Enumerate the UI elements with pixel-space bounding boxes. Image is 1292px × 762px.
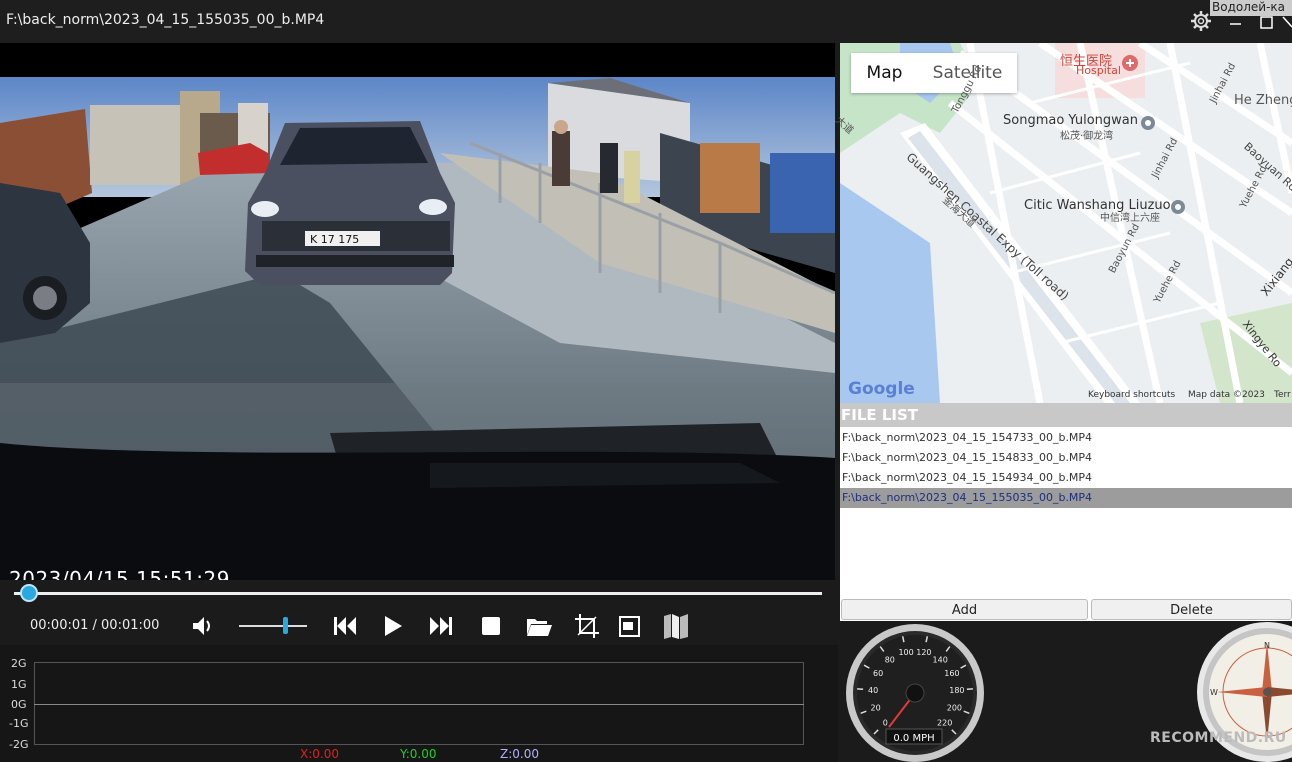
gsensor-label-minus-1g: -1G: [9, 717, 29, 730]
volume-icon[interactable]: [188, 612, 216, 640]
player-controls: [0, 580, 838, 645]
map-toggle-icon[interactable]: [662, 612, 690, 640]
fullscreen-icon[interactable]: [616, 612, 644, 640]
terms-link[interactable]: Terr: [1274, 390, 1291, 400]
open-folder-icon[interactable]: [525, 612, 553, 640]
keyboard-shortcuts-link[interactable]: Keyboard shortcuts: [1088, 390, 1175, 400]
speed-tick-label: 20: [871, 704, 881, 713]
map-label-songmao: Songmao Yulongwan: [1003, 113, 1138, 128]
stop-icon[interactable]: [477, 612, 505, 640]
compass-north: N: [1264, 641, 1270, 650]
speed-tick-label: 0: [883, 719, 888, 728]
speedometer: 020 40 6080100 120140 160 180 200 220 0.0 MPH: [846, 624, 984, 762]
map-label-citic-cn: 中信湾上六座: [1100, 213, 1160, 224]
gsensor-y-value: Y:0.00: [400, 747, 437, 761]
map-data-attribution: Map data ©2023: [1188, 390, 1265, 400]
speed-tick-label: 60: [873, 669, 883, 678]
minimize-icon[interactable]: [1228, 14, 1244, 30]
speed-readout: 0.0 MPH: [893, 733, 934, 744]
speed-tick-label: 120: [916, 648, 931, 657]
delete-button[interactable]: Delete: [1091, 599, 1292, 620]
previous-icon[interactable]: [331, 612, 359, 640]
watermark: RECOMMEND.RU: [1150, 730, 1287, 746]
speed-tick-label: 140: [933, 655, 948, 664]
timecode: 00:00:01 / 00:01:00: [30, 618, 160, 633]
speed-tick-label: 200: [947, 704, 962, 713]
speed-tick-label: 160: [944, 669, 959, 678]
volume-slider[interactable]: [239, 625, 307, 627]
gsensor-zero-line: [34, 704, 804, 705]
play-icon[interactable]: [379, 612, 407, 640]
tab-map[interactable]: Map: [851, 53, 918, 93]
seek-bar[interactable]: [14, 592, 822, 595]
next-icon[interactable]: [427, 612, 455, 640]
window-title: F:\back_norm\2023_04_15_155035_00_b.MP4: [6, 12, 325, 28]
close-icon[interactable]: [1282, 14, 1292, 30]
file-list-item[interactable]: F:\back_norm\2023_04_15_154733_00_b.MP4: [840, 428, 1292, 448]
file-list-item[interactable]: F:\back_norm\2023_04_15_154833_00_b.MP4: [840, 448, 1292, 468]
gsensor-x-value: X:0.00: [300, 747, 339, 761]
map-label-songmao-cn: 松茂·御龙湾: [1060, 131, 1114, 142]
map-label-hospital-en: Hospital: [1076, 64, 1121, 77]
speed-tick-label: 220: [937, 719, 952, 728]
add-button[interactable]: Add: [841, 599, 1088, 620]
compass-west: W: [1210, 688, 1218, 697]
dashcam-scene: K 17 175: [0, 43, 835, 580]
file-list-item-selected[interactable]: F:\back_norm\2023_04_15_155035_00_b.MP4: [840, 488, 1292, 508]
gsensor-label-2g: 2G: [11, 657, 27, 670]
map-view[interactable]: [840, 43, 1292, 403]
map-canvas: [840, 43, 1292, 403]
video-frame[interactable]: K 17 175 2023/04/15 15:51:29: [0, 43, 835, 580]
gsensor-label-1g: 1G: [11, 678, 27, 691]
maximize-icon[interactable]: [1259, 14, 1275, 30]
gsensor-label-0g: 0G: [11, 698, 27, 711]
settings-gear-icon[interactable]: [1190, 10, 1212, 32]
file-list-item[interactable]: F:\back_norm\2023_04_15_154934_00_b.MP4: [840, 468, 1292, 488]
volume-handle[interactable]: [283, 617, 288, 634]
gsensor-label-minus-2g: -2G: [9, 738, 29, 751]
map-label-he-zheng: He Zheng: [1234, 93, 1292, 108]
speed-tick-label: 180: [949, 686, 964, 695]
speed-tick-label: 100: [898, 648, 913, 657]
file-list-header: FILE LIST: [840, 403, 1292, 427]
license-plate: K 17 175: [310, 233, 359, 246]
gsensor-z-value: Z:0.00: [500, 747, 539, 761]
crop-icon[interactable]: [573, 612, 601, 640]
seek-handle[interactable]: [20, 584, 38, 602]
google-logo: Google: [848, 379, 915, 399]
video-timestamp: 2023/04/15 15:51:29: [9, 567, 230, 580]
speed-tick-label: 40: [868, 686, 878, 695]
overlay-label: Водолей-ка: [1210, 0, 1292, 16]
speed-tick-label: 80: [885, 655, 895, 664]
